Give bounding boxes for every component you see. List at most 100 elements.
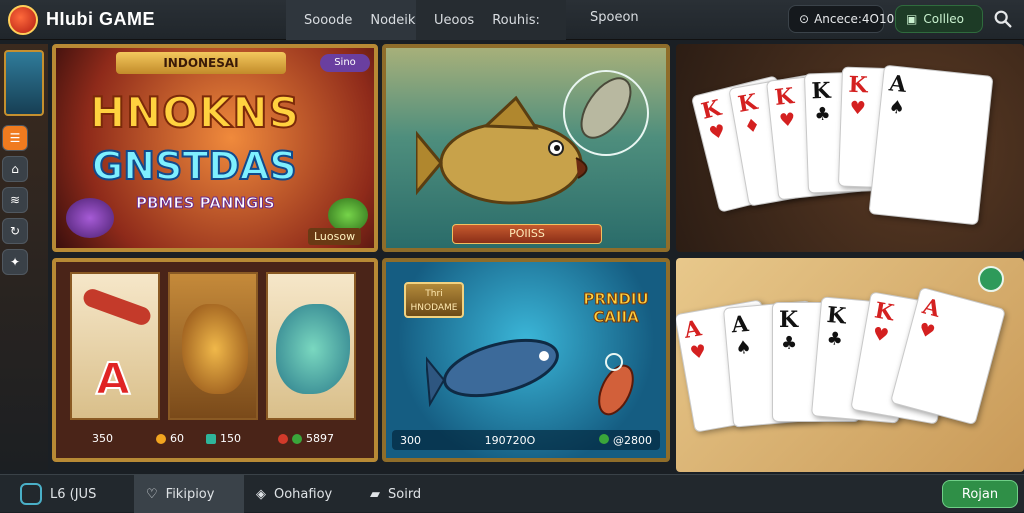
- card-suit-icon: ♥: [849, 97, 867, 120]
- gem-icon: [206, 433, 216, 444]
- bottom-nav-pay[interactable]: ♡ Fikipioy: [134, 475, 244, 513]
- card-suit-icon: ♣: [814, 103, 831, 126]
- card-suit-icon: ♠: [734, 336, 753, 360]
- bottom-bar: L6 (JUS ♡ Fikipioy ◈ Oohafioy ▰ Soird Ro…: [0, 474, 1024, 513]
- tile-label: POIISS: [452, 224, 602, 244]
- bottom-nav-collect[interactable]: ◈ Oohafioy: [244, 475, 354, 513]
- reel-1: A: [70, 272, 160, 420]
- card-rank: K: [848, 71, 869, 99]
- shield-check-icon: [20, 483, 42, 505]
- green-gem-icon: [599, 433, 609, 444]
- bottom-nav-pay-label: Fikipioy: [165, 486, 215, 502]
- top-bar: HIubi GAME Sooode Nodeik Ueoos Rouhis: S…: [0, 0, 1024, 40]
- card-suit-icon: ♥: [707, 120, 728, 145]
- home-icon[interactable]: [978, 266, 1004, 292]
- card-suit-icon: ♠: [887, 96, 906, 120]
- treasure-pot-icon: [66, 198, 114, 238]
- nav-item-nodeik[interactable]: Nodeik: [370, 13, 415, 28]
- balance-display[interactable]: ⊙ Ancece:4O10: [788, 5, 894, 33]
- lure-icon: [81, 286, 153, 328]
- reel-2: [168, 272, 258, 420]
- nav-group-primary: Sooode Nodeik: [286, 0, 416, 40]
- card-suit-icon: ♥: [870, 323, 891, 347]
- bottom-nav-sport-label: Soird: [388, 486, 422, 502]
- tile-badge: Thri HNODAME: [404, 282, 464, 318]
- bottom-nav-home[interactable]: L6 (JUS: [8, 475, 134, 513]
- tile-badge: Sino: [320, 54, 370, 72]
- rail-slots-icon[interactable]: ⌂: [2, 156, 28, 182]
- game-tile-cards-top[interactable]: K ♥ K ♦ K ♥ K ♣ K ♥ A ♠: [676, 44, 1024, 252]
- playing-card: A ♠: [868, 64, 994, 226]
- stat-coins: 60: [156, 432, 184, 445]
- nav-group-secondary: Ueoos Rouhis:: [416, 0, 566, 40]
- coin-icon: [156, 433, 166, 444]
- stat-lines-value: 150: [220, 432, 241, 445]
- coin-icon: ▣: [906, 12, 918, 26]
- card-suit-icon: ♥: [688, 340, 709, 365]
- card-rank: K: [811, 77, 832, 105]
- card-suit-icon: ♣: [825, 328, 844, 351]
- stat-win-value: @2800: [613, 433, 652, 447]
- game-subtitle: PBMES PANNGIS: [136, 194, 276, 213]
- card-suit-icon: ♦: [742, 114, 763, 139]
- heart-icon: ♡: [146, 486, 158, 502]
- chat-icon: ▰: [370, 486, 380, 502]
- reel-3: [266, 272, 356, 420]
- game-tile-slot-reels[interactable]: A 350 60 150 5897: [52, 258, 378, 462]
- card-rank: K: [872, 297, 896, 327]
- game-tile-fishing-2[interactable]: Thri HNODAME PRNDIU CAIIA 300 190720O @2…: [382, 258, 670, 462]
- rail-settings-icon[interactable]: ✦: [2, 249, 28, 275]
- game-title-line2: GNSTDAS: [91, 143, 298, 189]
- logo-icon[interactable]: [8, 5, 38, 35]
- balance-value: Ancece:4O10: [814, 12, 895, 26]
- card-suit-icon: ♣: [781, 333, 798, 354]
- game-tile-fishing[interactable]: POIISS: [382, 44, 670, 252]
- stat-bet-value: 350: [92, 432, 113, 445]
- featured-thumb[interactable]: [4, 50, 44, 116]
- jumping-fish-icon: [563, 70, 649, 156]
- card-rank: K: [825, 301, 847, 330]
- nav-item-ueoos[interactable]: Ueoos: [434, 13, 474, 28]
- card-rank: A: [887, 70, 908, 99]
- game-tile-cards-bottom[interactable]: A ♥ A ♠ K ♣ K ♣ K ♥ A ♥: [676, 258, 1024, 472]
- rail-fish-icon[interactable]: ≋: [2, 187, 28, 213]
- stat-coins-value: 60: [170, 432, 184, 445]
- search-icon[interactable]: [992, 8, 1014, 30]
- bottom-nav-home-label: L6 (JUS: [50, 486, 97, 502]
- game-tile-slot-hnokns[interactable]: INDONESAI Sino HNOKNS GNSTDAS PBMES PANN…: [52, 44, 378, 252]
- stat-bet-value: 300: [400, 433, 421, 447]
- red-fish-icon: [598, 353, 634, 416]
- game-title: PRNDIU CAIIA: [583, 290, 649, 327]
- tile-tag: Luosow: [308, 228, 362, 245]
- cash-button[interactable]: ▣ CoIlleo: [895, 5, 983, 33]
- game-title-line1: HNOKNS: [89, 87, 300, 138]
- nav-item-spoeon[interactable]: Spoeon: [590, 10, 639, 25]
- stat-pool-value: 190720O: [484, 433, 536, 447]
- stat-bet: 350: [92, 432, 113, 445]
- card-rank: A: [730, 310, 750, 339]
- nav-item-sooode[interactable]: Sooode: [304, 13, 352, 28]
- nav-item-rouhis[interactable]: Rouhis:: [492, 13, 540, 28]
- tuna-fish-icon: [426, 338, 559, 408]
- diamond-icon: ◈: [256, 486, 266, 502]
- tile-banner: INDONESAI: [116, 52, 286, 74]
- join-button[interactable]: Rojan: [942, 480, 1018, 508]
- wallet-icon: ⊙: [799, 12, 810, 26]
- green-gem-icon: [292, 433, 302, 444]
- card-suit-icon: ♥: [778, 109, 797, 132]
- bottom-nav-collect-label: Oohafioy: [274, 486, 333, 502]
- card-rank: A: [682, 315, 704, 344]
- brand-logo-text[interactable]: HIubi GAME: [46, 9, 155, 30]
- card-rank: K: [736, 88, 760, 118]
- rail-history-icon[interactable]: ↻: [2, 218, 28, 244]
- red-gem-icon: [278, 433, 288, 444]
- blue-fish-icon: [276, 304, 350, 394]
- card-rank: K: [773, 83, 796, 112]
- rail-hot-icon[interactable]: ☰: [2, 125, 28, 151]
- bottom-nav-sport[interactable]: ▰ Soird: [358, 475, 458, 513]
- stat-win: 5897: [278, 432, 334, 445]
- stat-win-value-wrap: @2800: [599, 433, 652, 447]
- fruit-icon: [328, 198, 368, 232]
- card-suit-icon: ♥: [916, 318, 938, 344]
- stats-bar: 300 190720O @2800: [392, 430, 660, 450]
